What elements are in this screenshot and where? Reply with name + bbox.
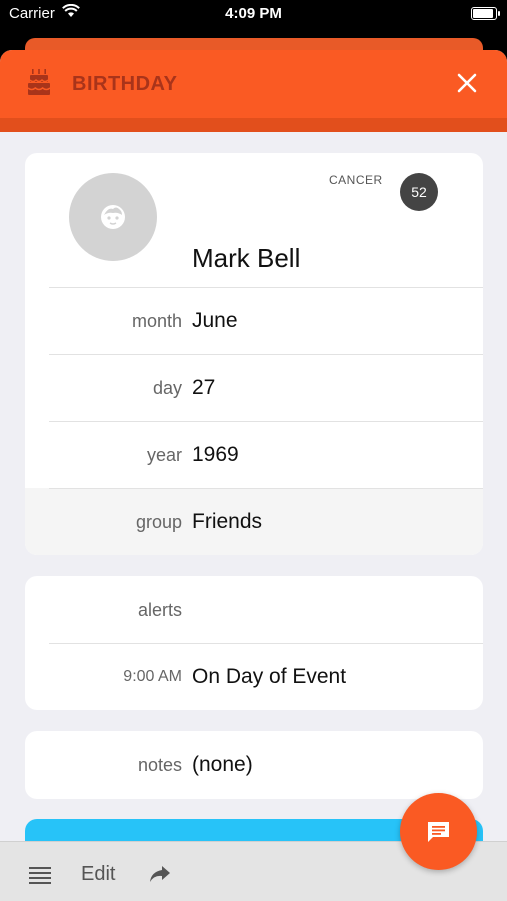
row-label: month bbox=[131, 311, 182, 331]
birthday-sheet: BIRTHDAY CANCER 52 Mark Bell month June … bbox=[0, 50, 507, 900]
clock: 4:09 PM bbox=[225, 5, 282, 22]
age-badge: 52 bbox=[400, 173, 438, 211]
notes-card: notes (none) bbox=[25, 731, 483, 799]
message-fab-button[interactable] bbox=[400, 793, 477, 870]
share-arrow-icon bbox=[150, 866, 170, 882]
divider bbox=[49, 488, 483, 489]
row-value: 1969 bbox=[192, 443, 239, 466]
hamburger-menu-icon bbox=[29, 867, 51, 884]
menu-button[interactable] bbox=[29, 866, 51, 889]
detail-row-year[interactable]: year 1969 bbox=[25, 421, 483, 488]
divider bbox=[49, 643, 483, 644]
detail-row-day[interactable]: day 27 bbox=[25, 354, 483, 421]
row-value: June bbox=[192, 309, 238, 332]
notes-row[interactable]: notes (none) bbox=[25, 731, 483, 798]
row-value: 27 bbox=[192, 376, 216, 399]
status-bar: Carrier 4:09 PM bbox=[0, 0, 507, 28]
alerts-card: alerts 9:00 AM On Day of Event bbox=[25, 576, 483, 710]
sheet-header: BIRTHDAY bbox=[0, 50, 507, 132]
battery-icon bbox=[471, 7, 500, 20]
divider bbox=[49, 421, 483, 422]
divider bbox=[49, 287, 483, 288]
share-button[interactable] bbox=[148, 864, 172, 889]
chat-message-icon bbox=[428, 822, 449, 842]
row-label: group bbox=[135, 512, 182, 532]
alert-time: 9:00 AM bbox=[123, 668, 182, 685]
divider bbox=[49, 354, 483, 355]
alert-value: On Day of Event bbox=[192, 665, 347, 688]
alerts-label: alerts bbox=[137, 600, 182, 620]
close-icon bbox=[457, 73, 477, 93]
baby-face-icon bbox=[101, 205, 125, 229]
contact-name[interactable]: Mark Bell bbox=[192, 243, 300, 274]
alert-row[interactable]: 9:00 AM On Day of Event bbox=[25, 643, 483, 710]
alerts-header-row[interactable]: alerts bbox=[25, 576, 483, 643]
detail-row-group[interactable]: group Friends bbox=[25, 488, 483, 555]
edit-button[interactable]: Edit bbox=[81, 863, 115, 886]
row-label: day bbox=[152, 378, 182, 398]
notes-value: (none) bbox=[192, 753, 253, 776]
row-value: Friends bbox=[192, 510, 263, 533]
notes-label: notes bbox=[137, 755, 182, 775]
zodiac-sign: CANCER bbox=[329, 173, 383, 187]
row-label: year bbox=[146, 445, 182, 465]
sheet-title: BIRTHDAY bbox=[72, 73, 178, 95]
contact-card: CANCER 52 Mark Bell month June day 27 ye… bbox=[25, 153, 483, 555]
detail-row-month[interactable]: month June bbox=[25, 287, 483, 354]
close-button[interactable] bbox=[456, 72, 478, 99]
birthday-cake-icon bbox=[27, 68, 51, 101]
avatar[interactable] bbox=[69, 173, 157, 261]
